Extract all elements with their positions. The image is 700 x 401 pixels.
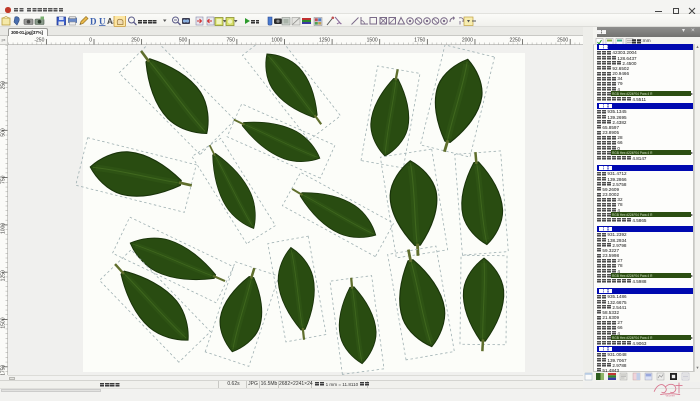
svg-text:WSeen: WSeen bbox=[665, 394, 675, 398]
svg-text:-250: -250 bbox=[34, 38, 44, 44]
svg-text:2000: 2000 bbox=[462, 38, 473, 44]
svg-text:250: 250 bbox=[1, 81, 7, 90]
svg-text:U: U bbox=[99, 17, 106, 27]
svg-text:500: 500 bbox=[1, 128, 7, 137]
svg-text:2250: 2250 bbox=[509, 38, 520, 44]
svg-text:500: 500 bbox=[179, 38, 188, 44]
svg-text:1750: 1750 bbox=[1, 365, 7, 375]
svg-text:750: 750 bbox=[1, 175, 7, 184]
svg-text:1250: 1250 bbox=[1, 270, 7, 281]
svg-text:1000: 1000 bbox=[1, 223, 7, 234]
svg-text:1250: 1250 bbox=[319, 38, 330, 44]
svg-text:1000: 1000 bbox=[271, 38, 282, 44]
svg-text:0: 0 bbox=[89, 38, 92, 44]
svg-text:2500: 2500 bbox=[557, 38, 568, 44]
svg-text:1750: 1750 bbox=[414, 38, 425, 44]
svg-text:D: D bbox=[90, 17, 97, 27]
svg-text:750: 750 bbox=[227, 38, 236, 44]
svg-text:1500: 1500 bbox=[367, 38, 378, 44]
svg-text:250: 250 bbox=[131, 38, 140, 44]
svg-text:1500: 1500 bbox=[1, 317, 7, 328]
